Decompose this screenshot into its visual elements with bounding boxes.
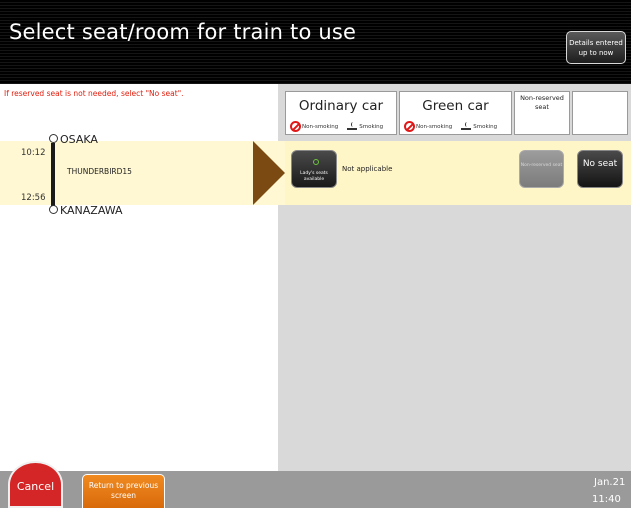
no-seat-notice: If reserved seat is not needed, select "… [4, 89, 184, 98]
smoking-icon [461, 121, 472, 130]
route-line [51, 143, 55, 206]
page-title: Select seat/room for train to use [9, 20, 357, 44]
ladies-seats-button[interactable]: Lady's seats available [291, 150, 337, 188]
smoking-not-applicable: Not applicable [342, 165, 393, 173]
ladies-seat-icon [313, 159, 319, 165]
ladies-seats-label: Lady's seats available [300, 171, 328, 182]
origin-node-icon [49, 134, 58, 143]
no-smoking-icon [404, 121, 415, 132]
destination-node-icon [49, 205, 58, 214]
ordinary-smoking-legend: Non-smoking Smoking [290, 121, 383, 132]
header-bar: Select seat/room for train to use Detail… [0, 0, 631, 84]
blank-header [572, 91, 628, 135]
current-date: Jan.21 [594, 477, 626, 488]
smoking-icon [347, 121, 358, 130]
no-smoking-icon [290, 121, 301, 132]
green-car-header: Green car Non-smoking Smoking [399, 91, 512, 135]
smoking-label: Smoking [473, 123, 498, 130]
ordinary-car-title: Ordinary car [298, 98, 384, 114]
train-name: THUNDERBIRD15 [67, 167, 132, 176]
no-seat-button[interactable]: No seat [577, 150, 623, 188]
row-arrow-icon [253, 141, 285, 205]
arrival-time: 12:56 [21, 193, 46, 203]
non-reserved-title: Non-reserved seat [520, 94, 564, 111]
cancel-button[interactable]: Cancel [8, 461, 63, 508]
non-reserved-seat-button[interactable]: Non-reserved seat [519, 150, 564, 188]
ordinary-car-header: Ordinary car Non-smoking Smoking [285, 91, 397, 135]
origin-station: OSAKA [60, 133, 98, 146]
details-entered-button[interactable]: Details entered up to now [566, 31, 626, 64]
non-smoking-label: Non-smoking [416, 123, 453, 130]
non-reserved-header: Non-reserved seat [514, 91, 570, 135]
destination-station: KANAZAWA [60, 204, 123, 217]
non-smoking-label: Non-smoking [302, 123, 339, 130]
smoking-label: Smoking [359, 123, 384, 130]
current-time: 11:40 [592, 494, 621, 505]
departure-time: 10:12 [21, 148, 46, 158]
green-car-title: Green car [422, 98, 489, 114]
return-button[interactable]: Return to previous screen [82, 474, 165, 508]
green-smoking-legend: Non-smoking Smoking [404, 121, 497, 132]
